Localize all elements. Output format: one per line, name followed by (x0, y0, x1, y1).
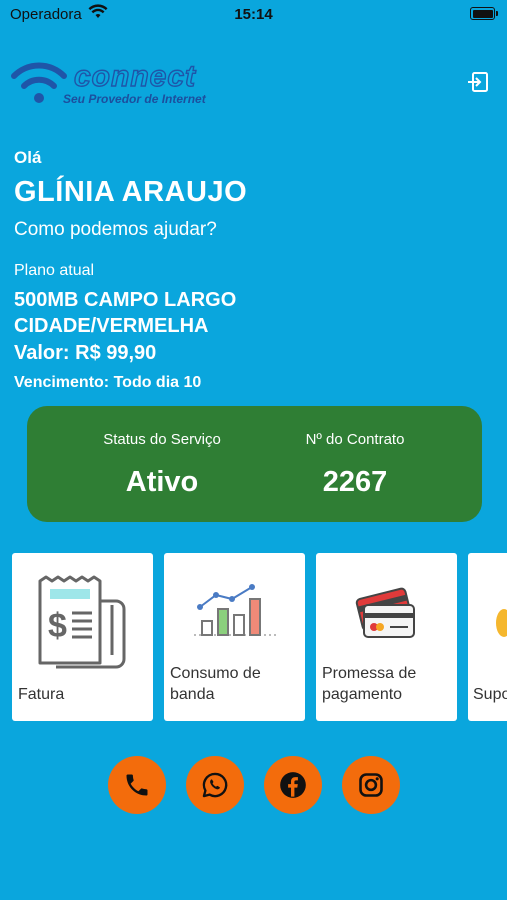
tile-label: Fatura (18, 686, 65, 703)
user-name: GLÍNIA ARAUJO (14, 176, 248, 208)
wifi-logo-icon (11, 62, 67, 103)
svg-text:$: $ (48, 607, 67, 645)
plan-label: Plano atual (14, 262, 95, 279)
service-status-card: Status do Serviço Ativo Nº do Contrato 2… (27, 406, 482, 522)
brand-logo: connect Seu Provedor de Internet (8, 56, 218, 112)
brand-name: connect (73, 59, 197, 93)
service-status-label: Status do Serviço (103, 431, 221, 448)
tile-label: Suporte (473, 686, 507, 703)
invoice-icon: $ (38, 575, 126, 669)
tile-payment-promise[interactable]: Promessa de pagamento (316, 553, 457, 721)
help-prompt: Como podemos ajudar? (14, 219, 217, 240)
facebook-button[interactable] (264, 756, 322, 814)
plan-value: Valor: R$ 99,90 (14, 342, 157, 364)
clock: 15:14 (234, 6, 273, 23)
facebook-icon (280, 772, 306, 798)
phone-icon (126, 774, 148, 796)
tile-label: Promessa de pagamento (322, 665, 417, 703)
phone-button[interactable] (108, 756, 166, 814)
instagram-button[interactable] (342, 756, 400, 814)
tile-bandwidth[interactable]: Consumo de banda (164, 553, 305, 721)
tile-invoice[interactable]: $ Fatura (12, 553, 153, 721)
instagram-icon (359, 773, 383, 797)
brand-tagline: Seu Provedor de Internet (63, 92, 206, 106)
status-bar: Operadora 15:14 (0, 0, 507, 30)
battery-icon (470, 7, 498, 20)
contract-number-label: Nº do Contrato (305, 431, 405, 448)
whatsapp-icon (202, 772, 228, 798)
service-status-value: Ativo (125, 466, 199, 498)
credit-card-icon (355, 587, 415, 638)
whatsapp-button[interactable] (186, 756, 244, 814)
bandwidth-chart-icon (194, 584, 276, 636)
support-icon (496, 609, 507, 637)
plan-name: 500MB CAMPO LARGO CIDADE/VERMELHA (14, 289, 237, 337)
tile-support[interactable]: Suporte (468, 553, 507, 721)
greeting-hello: Olá (14, 148, 42, 167)
tile-label: Consumo de banda (170, 665, 261, 703)
logout-icon[interactable] (466, 70, 490, 94)
contract-number-value: 2267 (322, 466, 388, 498)
plan-due-date: Vencimento: Todo dia 10 (14, 374, 202, 391)
